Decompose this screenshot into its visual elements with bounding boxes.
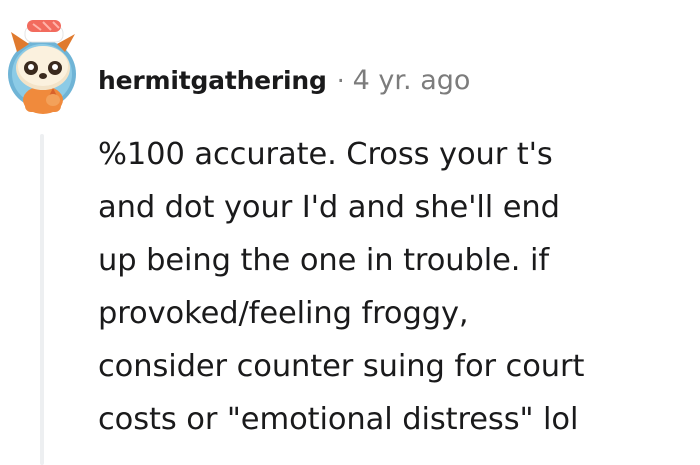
comment-body-line: and dot your I'd and she'll end [98,190,560,225]
user-avatar[interactable] [5,12,85,116]
comment-timestamp[interactable]: 4 yr. ago [353,65,471,96]
comment-body-line: costs or "emotional distress" lol [98,402,579,437]
comment-body-line: provoked/feeling froggy, [98,296,469,331]
comment-author[interactable]: hermitgathering [98,66,327,95]
comment-body: %100 accurate. Cross your t's and dot yo… [98,128,698,446]
header-separator: · [336,65,345,95]
thread-line[interactable] [40,134,44,465]
comment-body-line: up being the one in trouble. if [98,243,549,278]
comment-body-line: %100 accurate. Cross your t's [98,137,553,172]
snoo-avatar-icon [8,20,76,114]
comment-body-line: consider counter suing for court [98,349,585,384]
comment: hermitgathering · 4 yr. ago %100 accurat… [0,0,700,465]
comment-header: hermitgathering · 4 yr. ago [98,58,470,102]
